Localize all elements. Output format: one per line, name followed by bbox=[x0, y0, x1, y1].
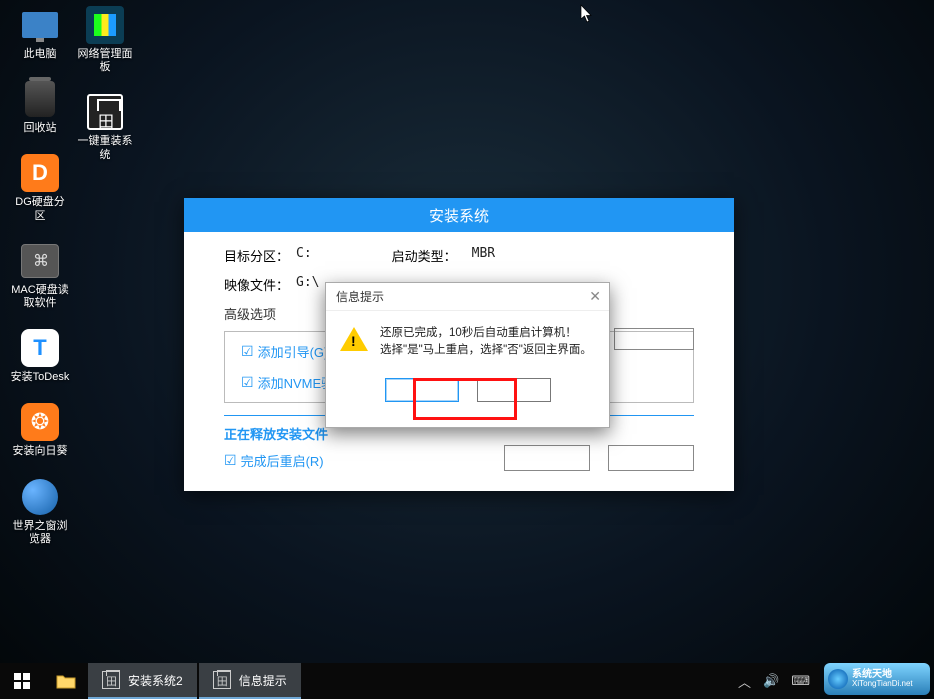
reinstall-icon bbox=[85, 92, 125, 132]
dialog-line1: 还原已完成，10秒后自动重启计算机！ bbox=[380, 325, 592, 342]
desktop-icon-mac-disk[interactable]: MAC硬盘读取软件 bbox=[10, 241, 70, 310]
icon-label: 世界之窗浏览器 bbox=[10, 520, 70, 546]
desktop-icon-browser[interactable]: 世界之窗浏览器 bbox=[10, 477, 70, 546]
taskbar-item-installer[interactable]: 安装系统2 bbox=[88, 663, 197, 699]
icon-label: 安装ToDesk bbox=[11, 371, 70, 384]
tray-keyboard-icon[interactable]: ⌨ bbox=[791, 673, 810, 689]
icon-label: 回收站 bbox=[24, 122, 57, 135]
info-dialog: 信息提示 ✕ 还原已完成，10秒后自动重启计算机！ 选择"是"马上重启，选择"否… bbox=[325, 282, 610, 428]
installer-title: 安装系统 bbox=[184, 198, 734, 232]
checkbox-restart[interactable]: 完成后重启(R) bbox=[224, 451, 324, 470]
cursor-icon bbox=[580, 4, 594, 24]
system-tray: ︿ 🔊 ⌨ bbox=[728, 663, 820, 699]
taskbar-item-info[interactable]: 信息提示 bbox=[199, 663, 301, 699]
start-button[interactable] bbox=[0, 663, 44, 699]
mac-icon bbox=[20, 241, 60, 281]
taskbar-item-label: 安装系统2 bbox=[128, 672, 183, 689]
watermark-url: XiTongTianDi.net bbox=[852, 680, 913, 689]
sunflower-icon: ❂ bbox=[20, 402, 60, 442]
checkbox-add-boot[interactable]: 添加引导(G): bbox=[241, 342, 334, 361]
installer-task-icon bbox=[102, 671, 120, 689]
globe-icon bbox=[20, 477, 60, 517]
icon-label: 此电脑 bbox=[24, 48, 57, 61]
warning-icon bbox=[340, 327, 368, 351]
icon-label: DG硬盘分区 bbox=[10, 196, 70, 222]
boot-label: 启动类型： bbox=[392, 246, 472, 265]
no-button[interactable]: 否(N) bbox=[477, 378, 551, 402]
image-value: G:\ bbox=[296, 275, 319, 294]
desktop-icon-recycle-bin[interactable]: 回收站 bbox=[10, 79, 70, 135]
install-button[interactable]: 安装(S) bbox=[504, 445, 590, 471]
pc-icon bbox=[20, 5, 60, 45]
target-label: 目标分区： bbox=[224, 246, 296, 265]
info-task-icon bbox=[213, 671, 231, 689]
close-icon[interactable]: ✕ bbox=[589, 288, 601, 305]
icon-label: MAC硬盘读取软件 bbox=[10, 284, 70, 310]
desktop-icon-reinstall[interactable]: 一键重装系统 bbox=[75, 92, 135, 161]
taskbar-explorer[interactable] bbox=[44, 663, 88, 699]
desktop-icon-dg[interactable]: D DG硬盘分区 bbox=[10, 153, 70, 222]
tray-volume-icon[interactable]: 🔊 bbox=[763, 673, 779, 689]
boot-value: MBR bbox=[472, 246, 495, 265]
todesk-icon: T bbox=[20, 328, 60, 368]
desktop-icon-netpanel[interactable]: 网络管理面板 bbox=[75, 5, 135, 74]
taskbar: 安装系统2 信息提示 bbox=[0, 663, 820, 699]
desktop-icon-sunflower[interactable]: ❂ 安装向日葵 bbox=[10, 402, 70, 458]
back-button[interactable]: 返回(P) bbox=[608, 445, 694, 471]
target-value: C: bbox=[296, 246, 312, 265]
icon-label: 一键重装系统 bbox=[75, 135, 135, 161]
tray-chevron-icon[interactable]: ︿ bbox=[738, 672, 751, 691]
watermark: 系统天地 XiTongTianDi.net bbox=[824, 663, 930, 695]
dialog-line2: 选择"是"马上重启，选择"否"返回主界面。 bbox=[380, 342, 592, 359]
taskbar-item-label: 信息提示 bbox=[239, 672, 287, 689]
dialog-message: 还原已完成，10秒后自动重启计算机！ 选择"是"马上重启，选择"否"返回主界面。 bbox=[380, 325, 592, 360]
advanced-field[interactable] bbox=[614, 328, 694, 350]
yes-button[interactable]: 是(Y) bbox=[385, 378, 459, 402]
recycle-icon bbox=[20, 79, 60, 119]
checkbox-add-nvme[interactable]: 添加NVME驱 bbox=[241, 373, 334, 392]
dialog-title: 信息提示 bbox=[336, 288, 384, 305]
dg-icon: D bbox=[20, 153, 60, 193]
image-label: 映像文件： bbox=[224, 275, 296, 294]
icon-label: 安装向日葵 bbox=[13, 445, 68, 458]
desktop-icon-this-pc[interactable]: 此电脑 bbox=[10, 5, 70, 61]
desktop-icon-todesk[interactable]: T 安装ToDesk bbox=[10, 328, 70, 384]
icon-label: 网络管理面板 bbox=[75, 48, 135, 74]
netpanel-icon bbox=[85, 5, 125, 45]
